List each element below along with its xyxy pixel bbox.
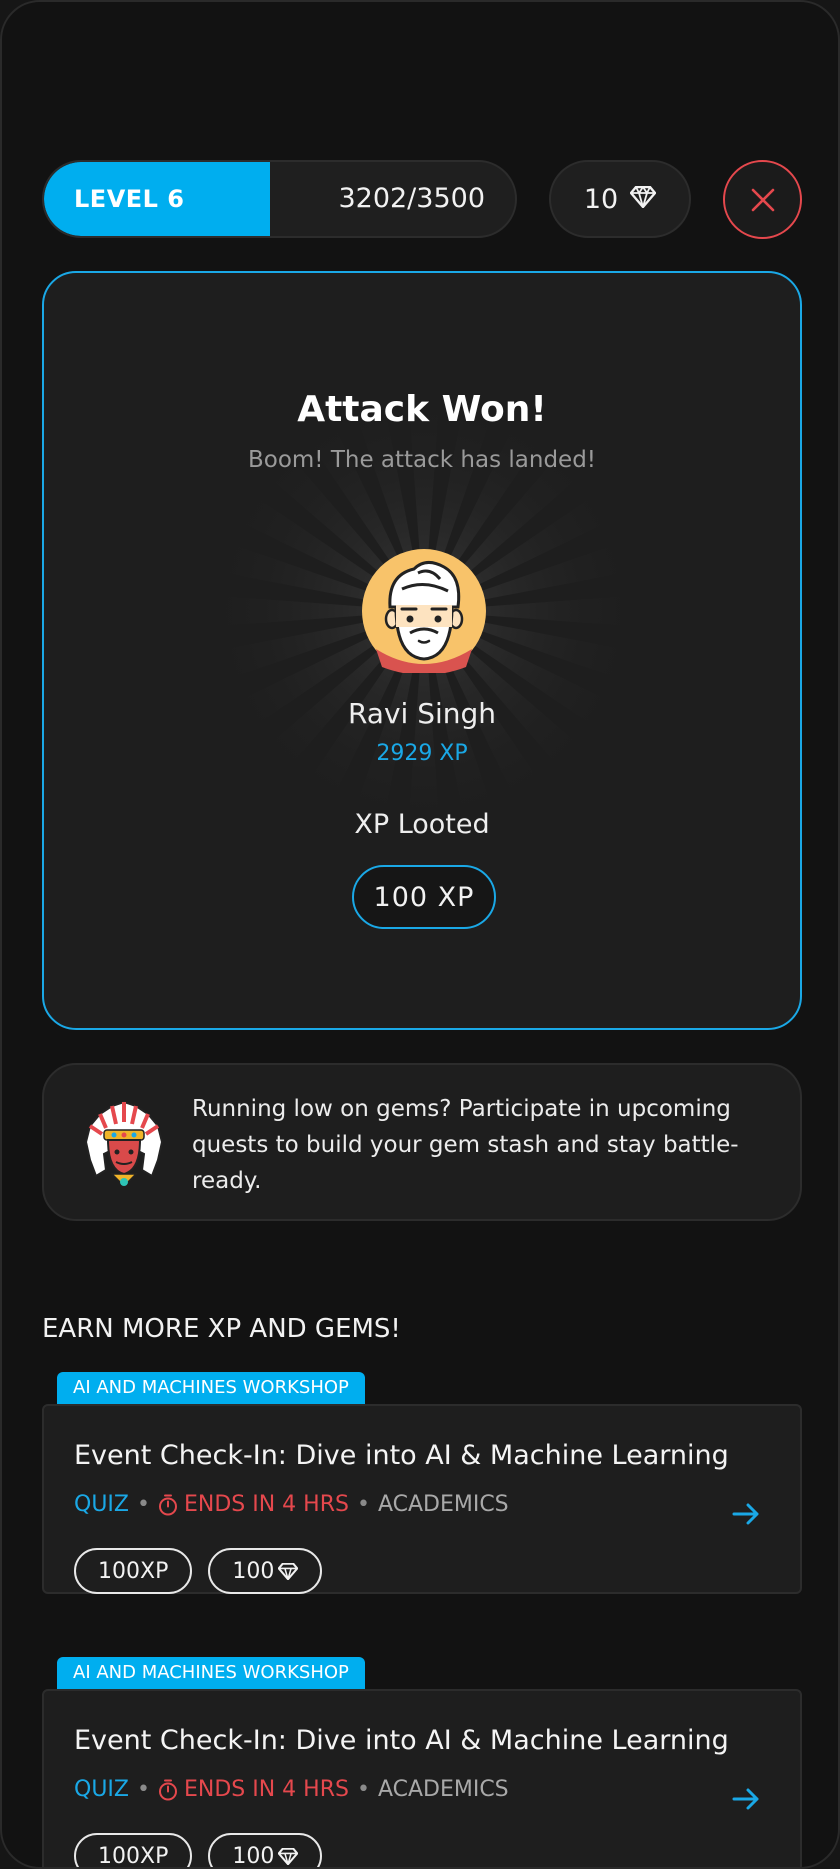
opponent-name: Ravi Singh xyxy=(347,697,497,730)
meta-separator: • xyxy=(356,1492,370,1517)
quest-rewards: 100XP 100 xyxy=(74,1548,323,1594)
result-title: Attack Won! xyxy=(297,389,547,430)
meta-separator: • xyxy=(136,1777,150,1802)
arrow-right-icon[interactable] xyxy=(730,1783,762,1815)
quest-meta: QUIZ • ENDS IN 4 HRS • ACADEMICS xyxy=(74,1492,509,1517)
chief-mascot-icon xyxy=(82,1098,166,1190)
arrow-right-icon[interactable] xyxy=(730,1498,762,1530)
quest-meta: QUIZ • ENDS IN 4 HRS • ACADEMICS xyxy=(74,1777,509,1802)
gems-count: 10 xyxy=(583,183,619,215)
close-icon xyxy=(751,188,774,211)
quest-deadline: ENDS IN 4 HRS xyxy=(158,1777,349,1802)
quest-category: ACADEMICS xyxy=(377,1492,509,1517)
gem-reward-text: 100 xyxy=(232,1843,275,1869)
timer-icon xyxy=(158,1494,177,1515)
quest-tag: AI AND MACHINES WORKSHOP xyxy=(57,1657,365,1689)
attack-result-card: Attack Won! Boom! The attack has landed! xyxy=(42,271,802,1030)
opponent-xp: 2929 XP xyxy=(376,741,468,766)
quest-item[interactable]: AI AND MACHINES WORKSHOP Event Check-In:… xyxy=(42,1372,802,1594)
gems-counter[interactable]: 10 xyxy=(549,160,691,238)
level-label: LEVEL 6 xyxy=(74,185,185,213)
quest-deadline: ENDS IN 4 HRS xyxy=(158,1492,349,1517)
xp-reward-text: 100XP xyxy=(98,1843,169,1869)
quest-card[interactable]: Event Check-In: Dive into AI & Machine L… xyxy=(42,1689,802,1869)
level-xp-count: 3202/3500 xyxy=(338,183,485,214)
diamond-icon xyxy=(278,1847,299,1865)
quest-ends-text: ENDS IN 4 HRS xyxy=(183,1777,349,1802)
close-button[interactable] xyxy=(723,160,802,239)
quest-ends-text: ENDS IN 4 HRS xyxy=(183,1492,349,1517)
gem-tip-text: Running low on gems? Participate in upco… xyxy=(192,1096,739,1194)
quest-type: QUIZ xyxy=(74,1492,129,1517)
diamond-icon xyxy=(278,1562,299,1580)
app-screen: LEVEL 6 3202/3500 10 Attack Won! Boom! T… xyxy=(0,0,840,1869)
meta-separator: • xyxy=(356,1777,370,1802)
xp-reward-chip: 100XP xyxy=(74,1548,193,1594)
gem-reward-chip: 100 xyxy=(208,1833,323,1869)
meta-separator: • xyxy=(136,1492,150,1517)
quest-rewards: 100XP 100 xyxy=(74,1833,323,1869)
quest-tag: AI AND MACHINES WORKSHOP xyxy=(57,1372,365,1404)
gem-tip-card: Running low on gems? Participate in upco… xyxy=(42,1063,802,1221)
gem-reward-text: 100 xyxy=(232,1558,275,1584)
xp-reward-text: 100XP xyxy=(98,1558,169,1584)
quest-type: QUIZ xyxy=(74,1777,129,1802)
quest-item[interactable]: AI AND MACHINES WORKSHOP Event Check-In:… xyxy=(42,1657,802,1869)
quest-category: ACADEMICS xyxy=(377,1777,509,1802)
level-progress-bar: LEVEL 6 3202/3500 xyxy=(42,160,517,238)
xp-looted-badge: 100 XP xyxy=(352,865,496,929)
diamond-icon xyxy=(629,184,657,215)
timer-icon xyxy=(158,1779,177,1800)
opponent-avatar xyxy=(362,549,486,675)
quest-title: Event Check-In: Dive into AI & Machine L… xyxy=(74,1440,729,1471)
xp-reward-chip: 100XP xyxy=(74,1833,193,1869)
result-subtitle: Boom! The attack has landed! xyxy=(247,447,597,473)
quest-card[interactable]: Event Check-In: Dive into AI & Machine L… xyxy=(42,1404,802,1594)
xp-looted-label: XP Looted xyxy=(354,809,490,840)
gem-reward-chip: 100 xyxy=(208,1548,323,1594)
quest-title: Event Check-In: Dive into AI & Machine L… xyxy=(74,1725,729,1756)
section-heading: EARN MORE XP AND GEMS! xyxy=(42,1314,401,1344)
